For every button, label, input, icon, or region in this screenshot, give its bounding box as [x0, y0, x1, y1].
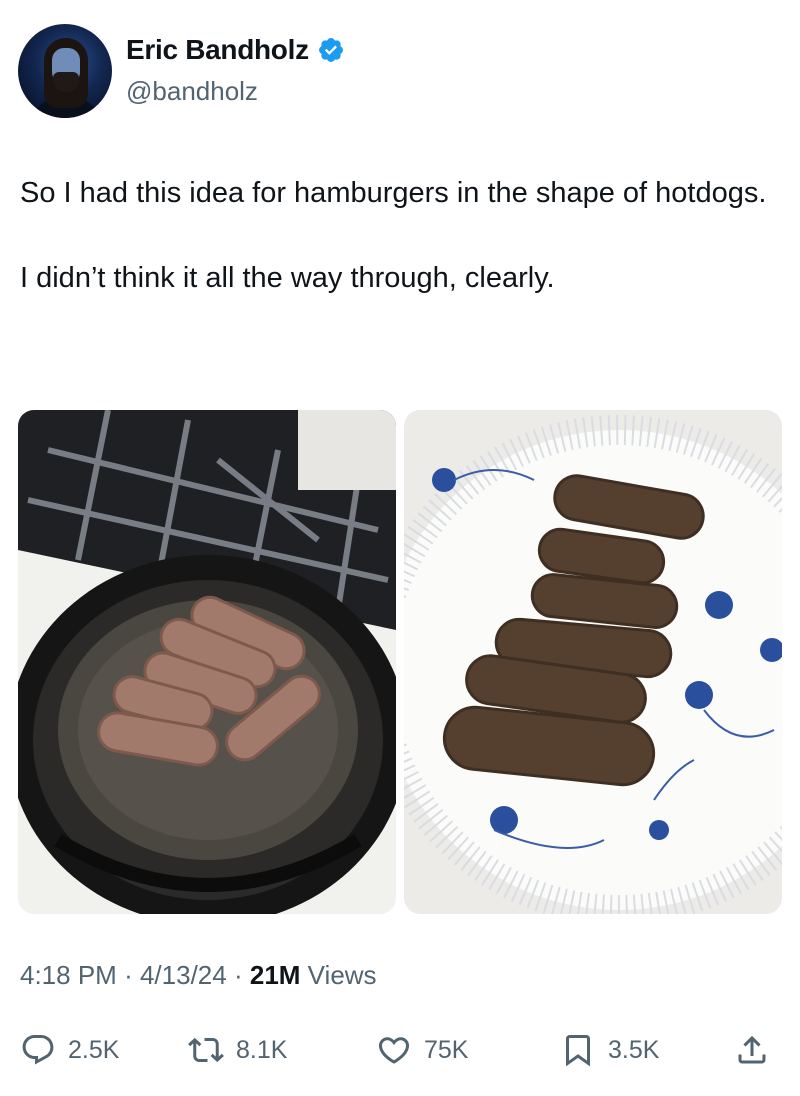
author-handle[interactable]: @bandholz: [126, 76, 258, 107]
photo-skillet[interactable]: [18, 410, 396, 914]
author-display-name[interactable]: Eric Bandholz: [126, 34, 309, 66]
meta-separator: ·: [124, 960, 133, 990]
repost-icon: [188, 1037, 224, 1063]
like-count: 75K: [424, 1035, 469, 1064]
tweet-paragraph: So I had this idea for hamburgers in the…: [20, 177, 767, 209]
views-label: Views: [307, 960, 377, 990]
tweet-paragraph: I didn’t think it all the way through, c…: [20, 262, 555, 294]
meta-separator: ·: [233, 960, 243, 990]
photo-plate[interactable]: [404, 410, 782, 914]
reply-button[interactable]: 2.5K: [20, 1032, 119, 1068]
reply-count: 2.5K: [68, 1035, 120, 1064]
repost-count: 8.1K: [236, 1035, 288, 1064]
tweet-time[interactable]: 4:18 PM: [20, 960, 117, 990]
verified-badge-icon: [317, 36, 345, 64]
tweet-media: [18, 410, 782, 914]
action-bar: 2.5K 8.1K 75K 3.5K: [20, 1022, 780, 1078]
like-icon: [378, 1037, 410, 1064]
share-icon: [738, 1035, 766, 1064]
like-button[interactable]: 75K: [376, 1032, 468, 1068]
avatar[interactable]: [18, 24, 112, 118]
share-button[interactable]: [734, 1032, 770, 1068]
repost-button[interactable]: 8.1K: [188, 1032, 287, 1068]
bookmark-button[interactable]: 3.5K: [560, 1032, 659, 1068]
reply-icon: [22, 1035, 54, 1065]
views-count: 21M: [249, 960, 301, 990]
tweet-text: So I had this idea for hamburgers in the…: [20, 172, 780, 300]
bookmark-count: 3.5K: [608, 1035, 660, 1064]
bookmark-icon: [566, 1035, 590, 1067]
author-name-row[interactable]: Eric Bandholz: [126, 34, 345, 66]
tweet-date[interactable]: 4/13/24: [140, 960, 227, 990]
tweet-meta: 4:18 PM · 4/13/24 · 21M Views: [20, 960, 377, 991]
